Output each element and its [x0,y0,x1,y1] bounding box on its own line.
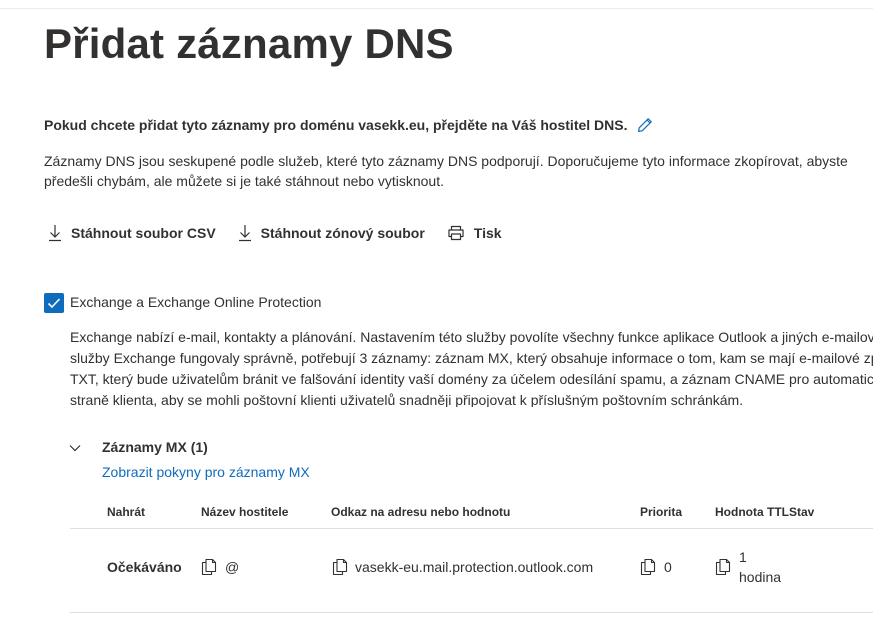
print-button[interactable]: Tisk [447,225,502,241]
download-icon [49,225,61,242]
record-hostname: @ [225,559,240,575]
download-zone-file-button[interactable]: Stáhnout zónový soubor [238,224,425,242]
table-header-divider [70,528,873,529]
service-checkbox[interactable] [44,293,64,313]
download-csv-button[interactable]: Stáhnout soubor CSV [48,224,216,242]
column-header-points-to: Odkaz na adresu nebo hodnotu [331,505,511,519]
edit-pencil-icon[interactable] [637,117,653,133]
download-csv-label: Stáhnout soubor CSV [71,225,216,241]
record-ttl-unit: hodina [739,569,782,585]
column-header-priority: Priorita [640,505,683,519]
domain-instruction-text: Pokud chcete přidat tyto záznamy pro dom… [44,117,628,133]
service-description-line: TXT, který bude uživatelům bránit ve fal… [70,371,873,387]
copy-icon[interactable] [332,558,348,576]
domain-instruction: Pokud chcete přidat tyto záznamy pro dom… [44,117,653,133]
service-label: Exchange a Exchange Online Protection [70,294,322,310]
column-header-upload: Nahrát [107,505,146,519]
copy-icon[interactable] [640,558,656,576]
print-label: Tisk [473,225,502,241]
column-header-ttl: Hodnota TTL [715,505,789,519]
chevron-down-icon[interactable] [68,441,82,455]
service-description: Exchange nabízí e-mail, kontakty a pláno… [70,327,873,407]
copy-icon[interactable] [201,558,217,576]
top-divider [0,8,873,9]
copy-icon[interactable] [715,558,731,576]
record-ttl-value: 1 [739,549,747,565]
service-description-line: služby Exchange fungovaly správně, potře… [70,350,873,366]
mx-section-title[interactable]: Záznamy MX (1) [102,439,208,455]
page-title: Přidat záznamy DNS [44,20,454,67]
print-icon [448,225,464,241]
download-zone-file-label: Stáhnout zónový soubor [260,225,425,241]
column-header-status: Stav [789,505,815,519]
record-upload-status: Očekáváno [107,559,182,575]
service-description-line: straně klienta, aby se mohli poštovní kl… [70,392,744,407]
actions-toolbar: Stáhnout soubor CSV Stáhnout zónový soub… [48,224,524,242]
checkbox-checkmark-icon [47,298,61,309]
record-priority: 0 [664,559,672,575]
record-points-to: vasekk-eu.mail.protection.outlook.com [355,559,594,575]
column-header-hostname: Název hostitele [201,505,289,519]
service-description-line: Exchange nabízí e-mail, kontakty a pláno… [70,329,873,345]
table-row-divider [70,612,873,613]
mx-instructions-link[interactable]: Zobrazit pokyny pro záznamy MX [102,464,310,480]
download-icon [238,225,251,242]
intro-text: Záznamy DNS jsou seskupené podle služeb,… [44,153,848,189]
